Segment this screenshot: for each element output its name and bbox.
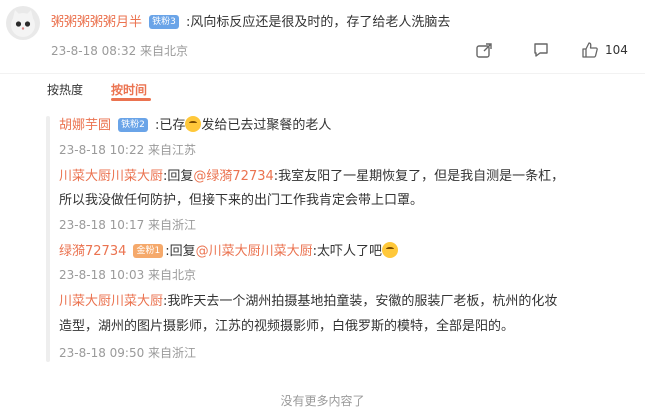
divider bbox=[0, 73, 645, 74]
reply-text: :太吓人了吧 bbox=[312, 244, 382, 259]
cry-emoji-icon bbox=[185, 116, 202, 132]
fan-badge: 铁粉3 bbox=[149, 14, 179, 29]
like-count: 104 bbox=[605, 43, 628, 57]
reply-timestamp: 23-8-18 10:03 来自北京 bbox=[59, 268, 197, 282]
reply-item: 胡娜芋圆 铁粉2 :已存 发给已去过聚餐的老人 bbox=[59, 114, 331, 133]
reply-item: 川菜大厨川菜大厨:回复@绿漪72734:我室友阳了一星期恢复了，但是我自测是一条… bbox=[59, 165, 564, 184]
like-button[interactable]: 104 bbox=[581, 41, 628, 59]
fan-badge: 金粉1 bbox=[133, 243, 164, 258]
share-button[interactable] bbox=[475, 41, 493, 59]
no-more-content: 没有更多内容了 bbox=[280, 394, 365, 408]
reply-username[interactable]: 胡娜芋圆 bbox=[59, 118, 111, 133]
reply-prefix: :回复 bbox=[165, 244, 196, 259]
sort-by-hot-tab[interactable]: 按热度 bbox=[47, 81, 83, 98]
reply-username[interactable]: 绿漪72734 bbox=[59, 244, 126, 259]
mention-link[interactable]: @川菜大厨川菜大厨 bbox=[196, 244, 313, 259]
reply-item: 川菜大厨川菜大厨:我昨天去一个湖州拍摄基地拍童装，安徽的服装厂老板，杭州的化妆 bbox=[59, 290, 557, 309]
reply-username[interactable]: 川菜大厨川菜大厨 bbox=[59, 294, 163, 309]
reply-text: :已存 bbox=[154, 118, 186, 133]
avatar[interactable] bbox=[6, 6, 40, 40]
reply-text: :我昨天去一个湖州拍摄基地拍童装，安徽的服装厂老板，杭州的化妆 bbox=[163, 294, 558, 309]
reply-text-continued: 造型，湖州的图片摄影师，江苏的视频摄影师，白俄罗斯的模特，全部是阳的。 bbox=[59, 319, 515, 334]
main-comment-line: 粥粥粥粥粥月半 铁粉3 :风向标反应还是很及时的，存了给老人洗脑去 bbox=[51, 11, 450, 30]
reply-text: :我室友阳了一星期恢复了，但是我自测是一条杠， bbox=[273, 169, 565, 184]
cat-avatar-icon bbox=[11, 10, 35, 37]
active-tab-indicator bbox=[111, 98, 151, 101]
reply-item: 绿漪72734 金粉1:回复@川菜大厨川菜大厨:太吓人了吧 bbox=[59, 240, 398, 259]
main-comment-text: :风向标反应还是很及时的，存了给老人洗脑去 bbox=[185, 15, 451, 30]
reply-prefix: :回复 bbox=[163, 169, 194, 184]
reply-timestamp: 23-8-18 09:50 来自浙江 bbox=[59, 346, 197, 360]
reply-text-continued: 所以我没做任何防护，但接下来的出门工作我肯定会带上口罩。 bbox=[59, 193, 424, 208]
main-comment-timestamp: 23-8-18 08:32 来自北京 bbox=[51, 44, 189, 58]
fan-badge: 铁粉2 bbox=[118, 117, 148, 132]
reply-thread-bar bbox=[46, 116, 50, 362]
sort-by-time-tab[interactable]: 按时间 bbox=[111, 81, 147, 98]
shock-emoji-icon bbox=[381, 242, 398, 258]
reply-timestamp: 23-8-18 10:17 来自浙江 bbox=[59, 218, 197, 232]
comment-button[interactable] bbox=[532, 41, 550, 59]
reply-username[interactable]: 川菜大厨川菜大厨 bbox=[59, 169, 163, 184]
comment-icon bbox=[534, 43, 548, 57]
main-comment-username[interactable]: 粥粥粥粥粥月半 bbox=[51, 15, 142, 30]
like-icon bbox=[582, 42, 598, 58]
mention-link[interactable]: @绿漪72734 bbox=[193, 169, 273, 184]
share-icon bbox=[476, 43, 492, 58]
reply-text: 发给已去过聚餐的老人 bbox=[201, 118, 332, 133]
reply-timestamp: 23-8-18 10:22 来自江苏 bbox=[59, 143, 197, 157]
